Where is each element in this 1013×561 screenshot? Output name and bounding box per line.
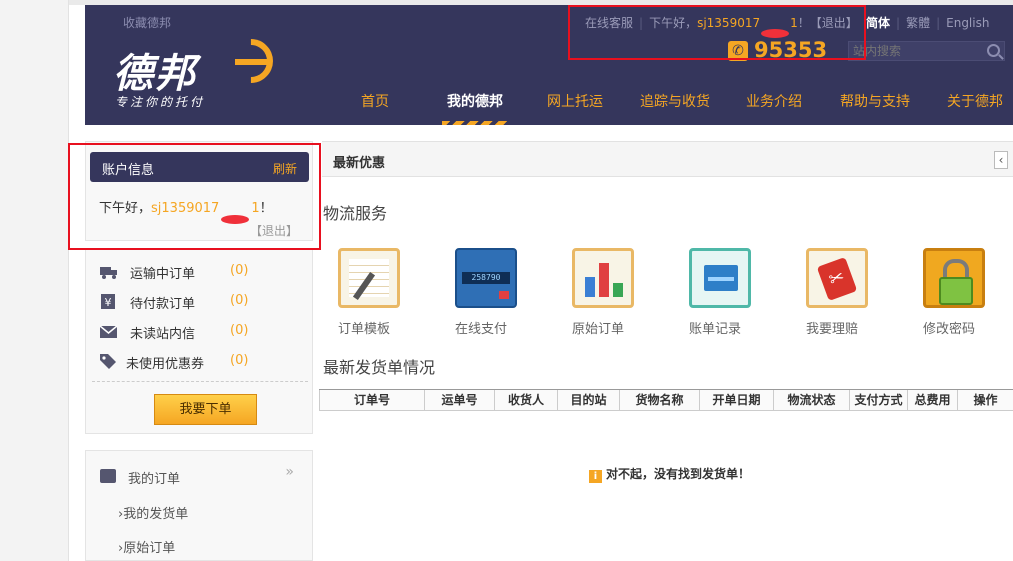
service-change-password[interactable]: 修改密码 — [923, 248, 1003, 338]
service-label: 在线支付 — [455, 322, 508, 337]
search-icon[interactable] — [987, 44, 1000, 57]
site-header: 收藏德邦 德邦 专注你的托付 在线客服 | 下午好，sj1359017 1！【退出】 … — [85, 5, 1013, 125]
nav-help[interactable]: 帮助与支持 — [840, 91, 910, 111]
divider — [92, 381, 308, 382]
nav-home[interactable]: 首页 — [361, 91, 389, 111]
logistics-services-grid: 订单模板 在线支付 原始订单 账单记录 我要理赔 修改密码 — [338, 248, 1013, 338]
mail-icon — [100, 325, 118, 338]
order-stats-panel: 运输中订单 (0) ¥ 待付款订单 (0) 未读站内信 (0) 未使用优惠券 (… — [85, 250, 313, 434]
stat-count: (0) — [230, 323, 249, 338]
lang-english[interactable]: English — [946, 16, 989, 30]
menu-item-original-orders[interactable]: ›原始订单 — [118, 537, 175, 556]
original-order-icon — [572, 248, 634, 308]
separator: | — [936, 16, 941, 30]
service-online-payment[interactable]: 在线支付 — [455, 248, 535, 338]
stat-count: (0) — [230, 293, 249, 308]
favorite-link[interactable]: 收藏德邦 — [123, 14, 171, 31]
service-label: 我要理赔 — [806, 322, 859, 337]
annotation-box-account — [68, 143, 321, 250]
nav-tracking[interactable]: 追踪与收货 — [640, 91, 710, 111]
collapse-button[interactable]: ‹ — [994, 151, 1008, 169]
info-icon: i — [589, 470, 602, 483]
latest-shipments-title: 最新发货单情况 — [323, 358, 436, 377]
column-header: 收货人 — [495, 390, 558, 411]
search-input[interactable] — [849, 42, 979, 60]
stat-label: 运输中订单 — [130, 267, 196, 282]
service-bill-record[interactable]: 账单记录 — [689, 248, 769, 338]
column-header: 开单日期 — [700, 390, 774, 411]
column-header: 物流状态 — [774, 390, 850, 411]
order-template-icon — [338, 248, 400, 308]
nav-my-deppon[interactable]: 我的德邦 — [447, 91, 503, 111]
menu-item-my-shipments[interactable]: ›我的发货单 — [118, 503, 188, 522]
service-label: 账单记录 — [689, 322, 742, 337]
logistics-services-title: 物流服务 — [323, 204, 388, 223]
service-order-template[interactable]: 订单模板 — [338, 248, 418, 338]
separator: | — [896, 16, 901, 30]
stat-in-transit[interactable]: 运输中订单 (0) — [100, 262, 310, 282]
logo-text: 德邦 — [113, 50, 197, 97]
column-header: 目的站 — [558, 390, 620, 411]
service-label: 原始订单 — [572, 322, 625, 337]
lang-traditional[interactable]: 繁體 — [906, 16, 930, 30]
svg-text:¥: ¥ — [105, 296, 112, 309]
language-switch: 简体 | 繁體 | English — [866, 14, 989, 31]
stat-pending-payment[interactable]: ¥ 待付款订单 (0) — [100, 292, 310, 312]
yen-icon: ¥ — [101, 294, 115, 309]
left-gutter — [0, 0, 69, 561]
nav-online-shipping[interactable]: 网上托运 — [547, 91, 603, 111]
book-icon — [100, 469, 116, 483]
column-header: 支付方式 — [850, 390, 908, 411]
nav-active-indicator — [442, 121, 508, 125]
nav-business[interactable]: 业务介绍 — [746, 91, 802, 111]
lang-simplified[interactable]: 简体 — [866, 16, 890, 30]
chevron-right-icon[interactable]: » — [285, 464, 294, 480]
service-label: 订单模板 — [338, 322, 391, 337]
promotions-title: 最新优惠 — [333, 156, 386, 171]
stat-unused-coupons[interactable]: 未使用优惠券 (0) — [100, 352, 310, 372]
change-password-icon — [923, 248, 985, 308]
latest-promotions-bar: 最新优惠 ‹ — [322, 141, 1013, 177]
deppon-logo[interactable]: 德邦 专注你的托付 — [113, 29, 283, 109]
tag-icon — [100, 354, 116, 369]
service-label: 修改密码 — [923, 322, 976, 337]
column-header: 总费用 — [908, 390, 958, 411]
stat-count: (0) — [230, 353, 249, 368]
logo-slogan: 专注你的托付 — [115, 95, 206, 109]
site-search — [848, 41, 1005, 61]
column-header: 订单号 — [319, 390, 425, 411]
service-original-order[interactable]: 原始订单 — [572, 248, 652, 338]
truck-icon — [100, 267, 117, 279]
column-header: 操作 — [973, 393, 998, 407]
stat-label: 未使用优惠券 — [126, 357, 205, 372]
column-header: 货物名称 — [620, 390, 700, 411]
stat-unread-messages[interactable]: 未读站内信 (0) — [100, 322, 310, 342]
no-shipments-message: i 对不起，没有找到发货单！ — [589, 465, 750, 483]
column-header: 运单号 — [425, 390, 495, 411]
my-orders-title[interactable]: 我的订单 — [128, 468, 180, 487]
stat-label: 待付款订单 — [130, 297, 196, 312]
nav-about[interactable]: 关于德邦 — [947, 91, 1003, 111]
shipments-table-header: 订单号 运单号 收货人 目的站 货物名称 开单日期 物流状态 支付方式 总费用 … — [319, 389, 1013, 411]
annotation-box-header-user — [568, 5, 866, 60]
stat-count: (0) — [230, 263, 249, 278]
bill-record-icon — [689, 248, 751, 308]
online-payment-icon — [455, 248, 517, 308]
empty-message-text: 对不起，没有找到发货单！ — [606, 467, 751, 481]
place-order-button[interactable]: 我要下单 — [154, 394, 257, 425]
my-orders-menu: 我的订单 » ›我的发货单 ›原始订单 — [85, 450, 313, 561]
logo-arrow-bar — [235, 59, 269, 65]
claim-icon — [806, 248, 868, 308]
stat-label: 未读站内信 — [130, 327, 196, 342]
service-claim[interactable]: 我要理赔 — [806, 248, 886, 338]
